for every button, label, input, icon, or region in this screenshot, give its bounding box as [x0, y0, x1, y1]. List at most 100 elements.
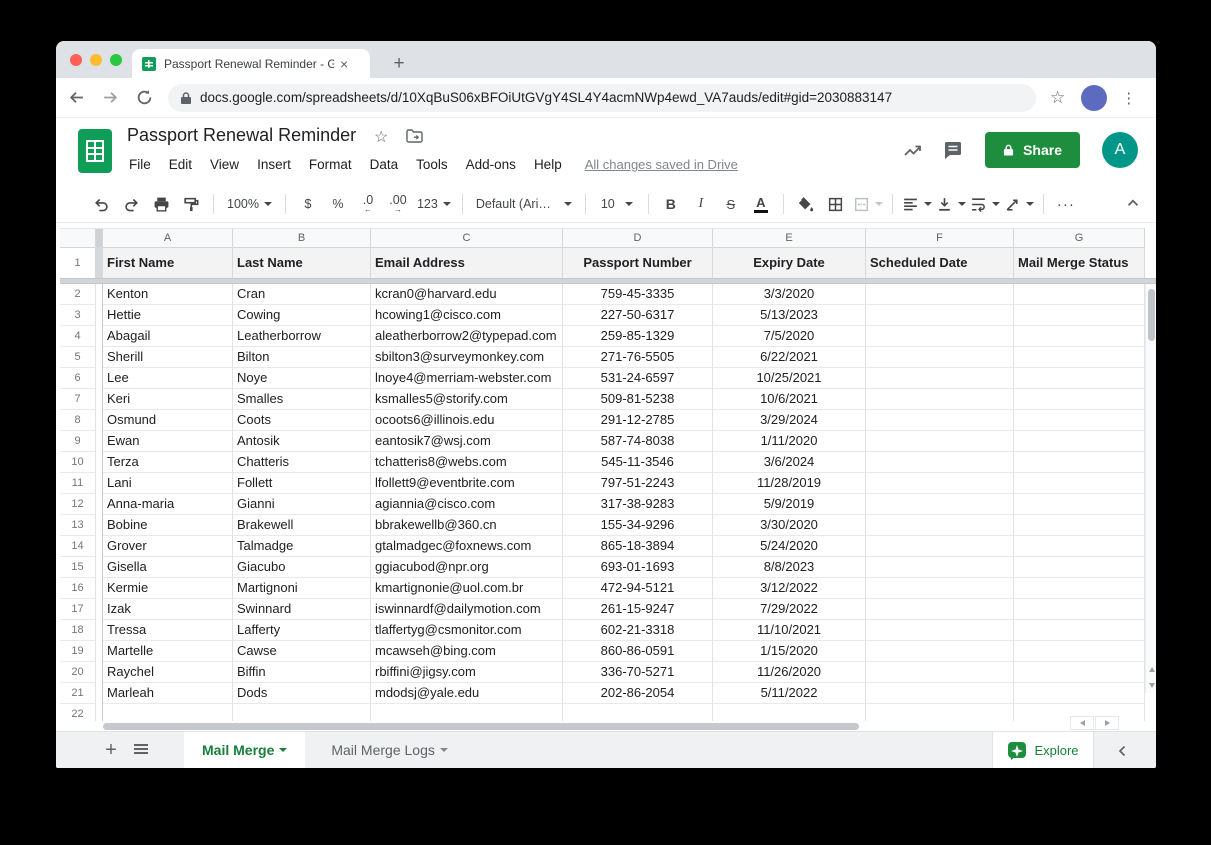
cell-expiry[interactable]: 10/25/2021	[713, 368, 866, 389]
cell-passport[interactable]: 602-21-3318	[563, 620, 713, 641]
cell-status[interactable]	[1014, 431, 1145, 452]
column-header-g[interactable]: G	[1014, 228, 1145, 248]
cell-last-name[interactable]: Leatherborrow	[233, 326, 371, 347]
cell-last-name[interactable]: Talmadge	[233, 536, 371, 557]
cell-email[interactable]: kmartignonie@uol.com.br	[371, 578, 563, 599]
cell-first-name[interactable]: Gisella	[103, 557, 233, 578]
cell-email[interactable]: aleatherborrow2@typepad.com	[371, 326, 563, 347]
cell-scheduled[interactable]	[866, 620, 1014, 641]
back-icon[interactable]	[62, 84, 90, 112]
cell-first-name[interactable]: Grover	[103, 536, 233, 557]
cell-email[interactable]: hcowing1@cisco.com	[371, 305, 563, 326]
add-sheet-button[interactable]: +	[96, 735, 126, 765]
minimize-window-button[interactable]	[90, 54, 102, 66]
cell-email[interactable]: eantosik7@wsj.com	[371, 431, 563, 452]
cell-scheduled[interactable]	[866, 368, 1014, 389]
cell-last-name[interactable]: Swinnard	[233, 599, 371, 620]
cell-first-name[interactable]: Bobine	[103, 515, 233, 536]
cell[interactable]	[371, 704, 563, 721]
cell-scheduled[interactable]	[866, 284, 1014, 305]
cell-passport[interactable]: 227-50-6317	[563, 305, 713, 326]
cell-status[interactable]	[1014, 368, 1145, 389]
cell-first-name[interactable]: Osmund	[103, 410, 233, 431]
menu-edit[interactable]: Edit	[160, 155, 201, 174]
cell[interactable]	[713, 704, 866, 721]
redo-icon[interactable]	[118, 191, 144, 217]
cell-email[interactable]: mcawseh@bing.com	[371, 641, 563, 662]
cell-last-name[interactable]: Noye	[233, 368, 371, 389]
url-bar[interactable]: docs.google.com/spreadsheets/d/10XqBuS06…	[168, 84, 1036, 112]
sheets-logo-icon[interactable]	[78, 129, 112, 173]
cell-status[interactable]	[1014, 326, 1145, 347]
cell-scheduled[interactable]	[866, 494, 1014, 515]
vertical-scrollbar[interactable]	[1145, 284, 1156, 693]
cell-last-name[interactable]: Cowing	[233, 305, 371, 326]
reload-icon[interactable]	[130, 84, 158, 112]
row-number[interactable]: 18	[60, 620, 96, 641]
row-number[interactable]: 21	[60, 683, 96, 704]
cell-email[interactable]: tchatteris8@webs.com	[371, 452, 563, 473]
sheet-tab-mail-merge[interactable]: Mail Merge	[184, 732, 305, 769]
cell-scheduled[interactable]	[866, 599, 1014, 620]
cell-expiry[interactable]: 11/28/2019	[713, 473, 866, 494]
menu-view[interactable]: View	[201, 155, 248, 174]
bold-button[interactable]: B	[658, 191, 684, 217]
move-to-folder-icon[interactable]	[406, 129, 423, 143]
all-sheets-icon[interactable]	[126, 735, 156, 765]
cell-status[interactable]	[1014, 662, 1145, 683]
row-number[interactable]: 6	[60, 368, 96, 389]
cell-first-name[interactable]: Sherill	[103, 347, 233, 368]
header-cell[interactable]: Expiry Date	[713, 248, 866, 278]
cell-passport[interactable]: 317-38-9283	[563, 494, 713, 515]
cell-passport[interactable]: 202-86-2054	[563, 683, 713, 704]
borders-icon[interactable]	[823, 191, 849, 217]
cell-scheduled[interactable]	[866, 347, 1014, 368]
close-window-button[interactable]	[70, 54, 82, 66]
bookmark-star-icon[interactable]: ☆	[1050, 88, 1065, 108]
cell-last-name[interactable]: Antosik	[233, 431, 371, 452]
font-size-select[interactable]: 10	[595, 191, 639, 217]
row-number[interactable]: 14	[60, 536, 96, 557]
row-number[interactable]: 11	[60, 473, 96, 494]
save-status[interactable]: All changes saved in Drive	[585, 157, 738, 172]
column-header-e[interactable]: E	[713, 228, 866, 248]
row-number[interactable]: 9	[60, 431, 96, 452]
cell-first-name[interactable]: Izak	[103, 599, 233, 620]
cell-status[interactable]	[1014, 620, 1145, 641]
row-number[interactable]: 3	[60, 305, 96, 326]
horizontal-align-button[interactable]	[902, 191, 932, 217]
cell[interactable]	[563, 704, 713, 721]
collapse-toolbar-icon[interactable]	[1124, 194, 1142, 212]
cell-scheduled[interactable]	[866, 389, 1014, 410]
cell-passport[interactable]: 291-12-2785	[563, 410, 713, 431]
cell-passport[interactable]: 271-76-5505	[563, 347, 713, 368]
row-number[interactable]: 15	[60, 557, 96, 578]
vertical-scrollbar-thumb[interactable]	[1148, 289, 1155, 341]
row-number[interactable]: 7	[60, 389, 96, 410]
cell-first-name[interactable]: Martelle	[103, 641, 233, 662]
scroll-right-icon[interactable]	[1095, 716, 1119, 730]
more-toolbar-button[interactable]: ···	[1053, 191, 1079, 217]
cell-status[interactable]	[1014, 599, 1145, 620]
horizontal-scrollbar-thumb[interactable]	[103, 723, 859, 730]
cell-scheduled[interactable]	[866, 683, 1014, 704]
text-color-button[interactable]: A	[748, 191, 774, 217]
cell-email[interactable]: gtalmadgec@foxnews.com	[371, 536, 563, 557]
cell-expiry[interactable]: 3/3/2020	[713, 284, 866, 305]
cell-email[interactable]: ggiacubod@npr.org	[371, 557, 563, 578]
cell-first-name[interactable]: Marleah	[103, 683, 233, 704]
cell-first-name[interactable]: Keri	[103, 389, 233, 410]
cell-scheduled[interactable]	[866, 578, 1014, 599]
cell-scheduled[interactable]	[866, 452, 1014, 473]
cell-passport[interactable]: 259-85-1329	[563, 326, 713, 347]
cell-status[interactable]	[1014, 683, 1145, 704]
cell-status[interactable]	[1014, 284, 1145, 305]
cell-last-name[interactable]: Follett	[233, 473, 371, 494]
cell-passport[interactable]: 336-70-5271	[563, 662, 713, 683]
cell-first-name[interactable]: Abagail	[103, 326, 233, 347]
cell-scheduled[interactable]	[866, 305, 1014, 326]
row-number[interactable]: 10	[60, 452, 96, 473]
cell-last-name[interactable]: Giacubo	[233, 557, 371, 578]
cell-status[interactable]	[1014, 305, 1145, 326]
insights-icon[interactable]	[893, 132, 933, 168]
